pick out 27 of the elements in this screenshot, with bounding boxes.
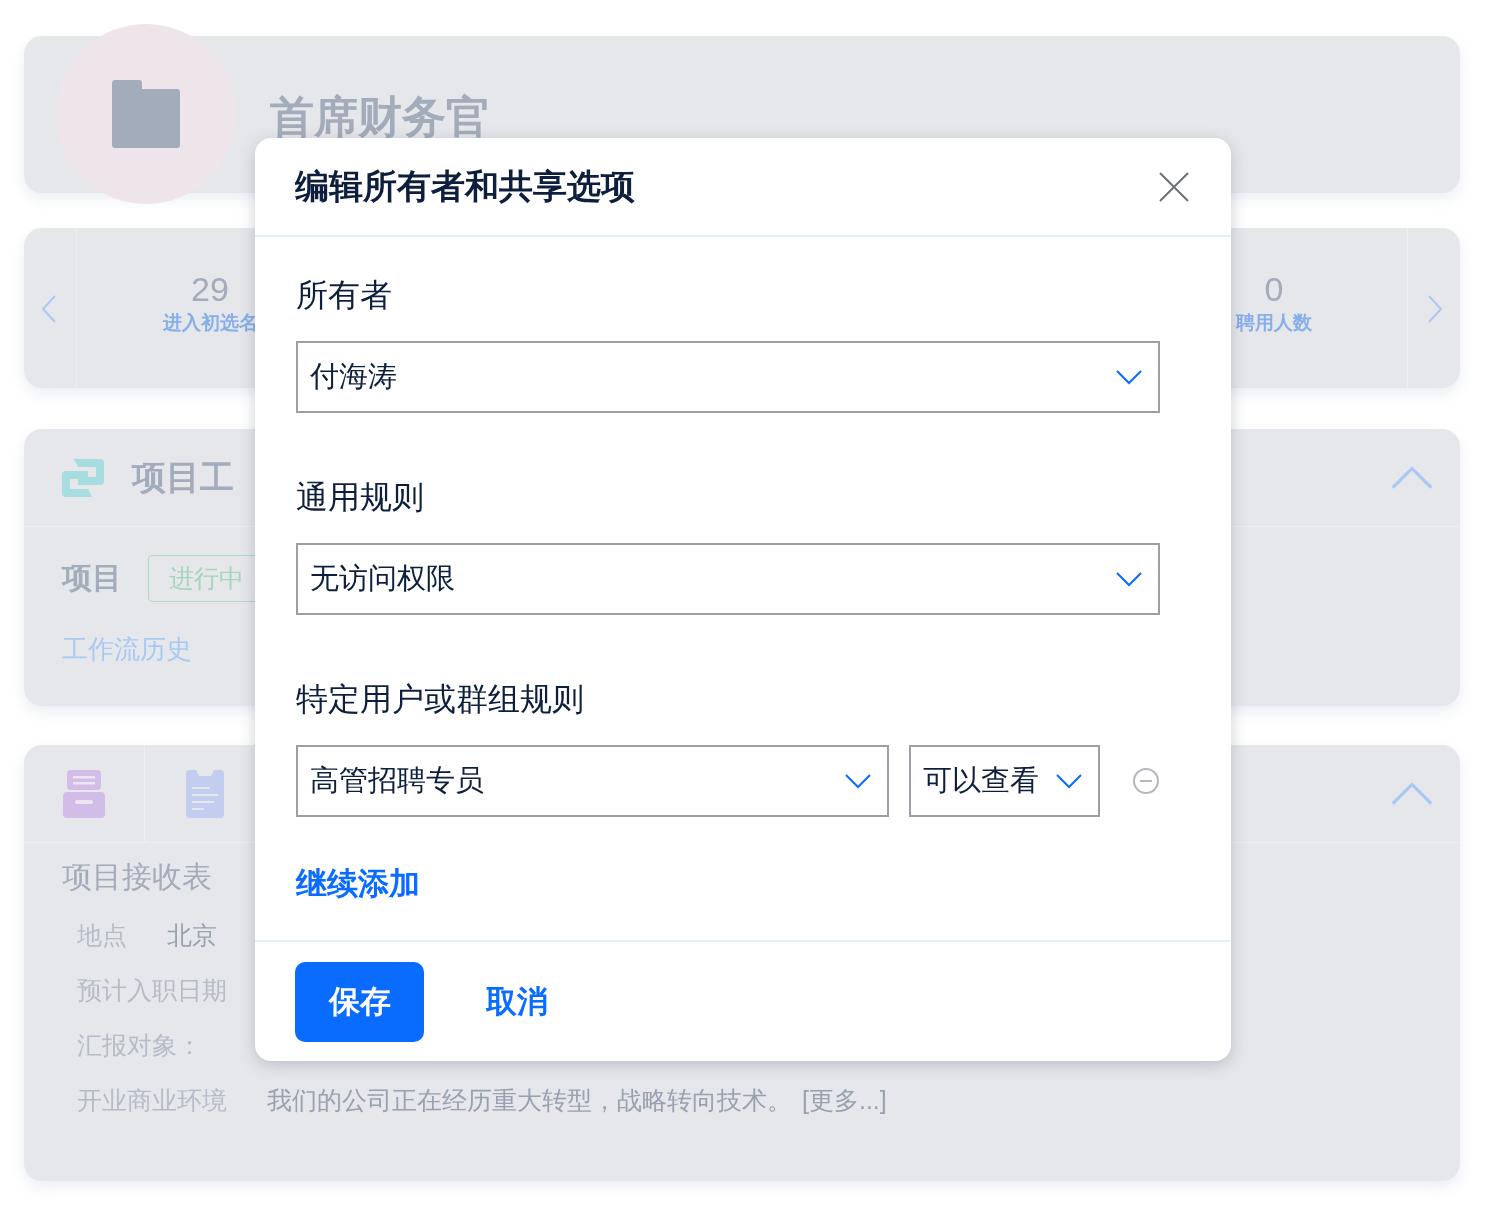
field-label: 特定用户或群组规则: [296, 680, 585, 719]
user-select[interactable]: 高管招聘专员: [296, 745, 889, 817]
permission-select[interactable]: 可以查看: [908, 745, 1100, 817]
minus-circle-icon: [1132, 767, 1160, 795]
field-value: 我们的公司正在经历重大转型，战略转向技术。: [267, 1086, 792, 1114]
form-title: 项目接收表: [62, 859, 212, 895]
stat-label: 聘用人数: [1236, 311, 1312, 335]
remove-button[interactable]: [1132, 767, 1160, 795]
folder-icon: [112, 80, 180, 148]
project-label: 项目: [62, 560, 122, 596]
owner-select[interactable]: 付海涛: [296, 341, 1160, 413]
section-title: 项目工: [132, 456, 234, 498]
close-icon: [1157, 169, 1191, 204]
add-more-link[interactable]: 继续添加: [296, 863, 420, 905]
field-label: 通用规则: [296, 478, 425, 517]
position-title: 首席财务官: [270, 91, 490, 143]
field-label: 所有者: [296, 276, 393, 315]
stat-label: 进入初选名: [162, 311, 258, 335]
archive-icon[interactable]: [63, 769, 105, 818]
stat-value: 29: [191, 269, 229, 310]
close-button[interactable]: [1157, 169, 1191, 204]
stat-value: 0: [1264, 269, 1284, 310]
save-button[interactable]: 保存: [295, 961, 424, 1042]
rule-select[interactable]: 无访问权限: [296, 543, 1160, 615]
clipboard-icon[interactable]: [186, 769, 224, 818]
cancel-button[interactable]: 取消: [486, 980, 548, 1023]
dialog-title: 编辑所有者和共享选项: [295, 165, 635, 207]
